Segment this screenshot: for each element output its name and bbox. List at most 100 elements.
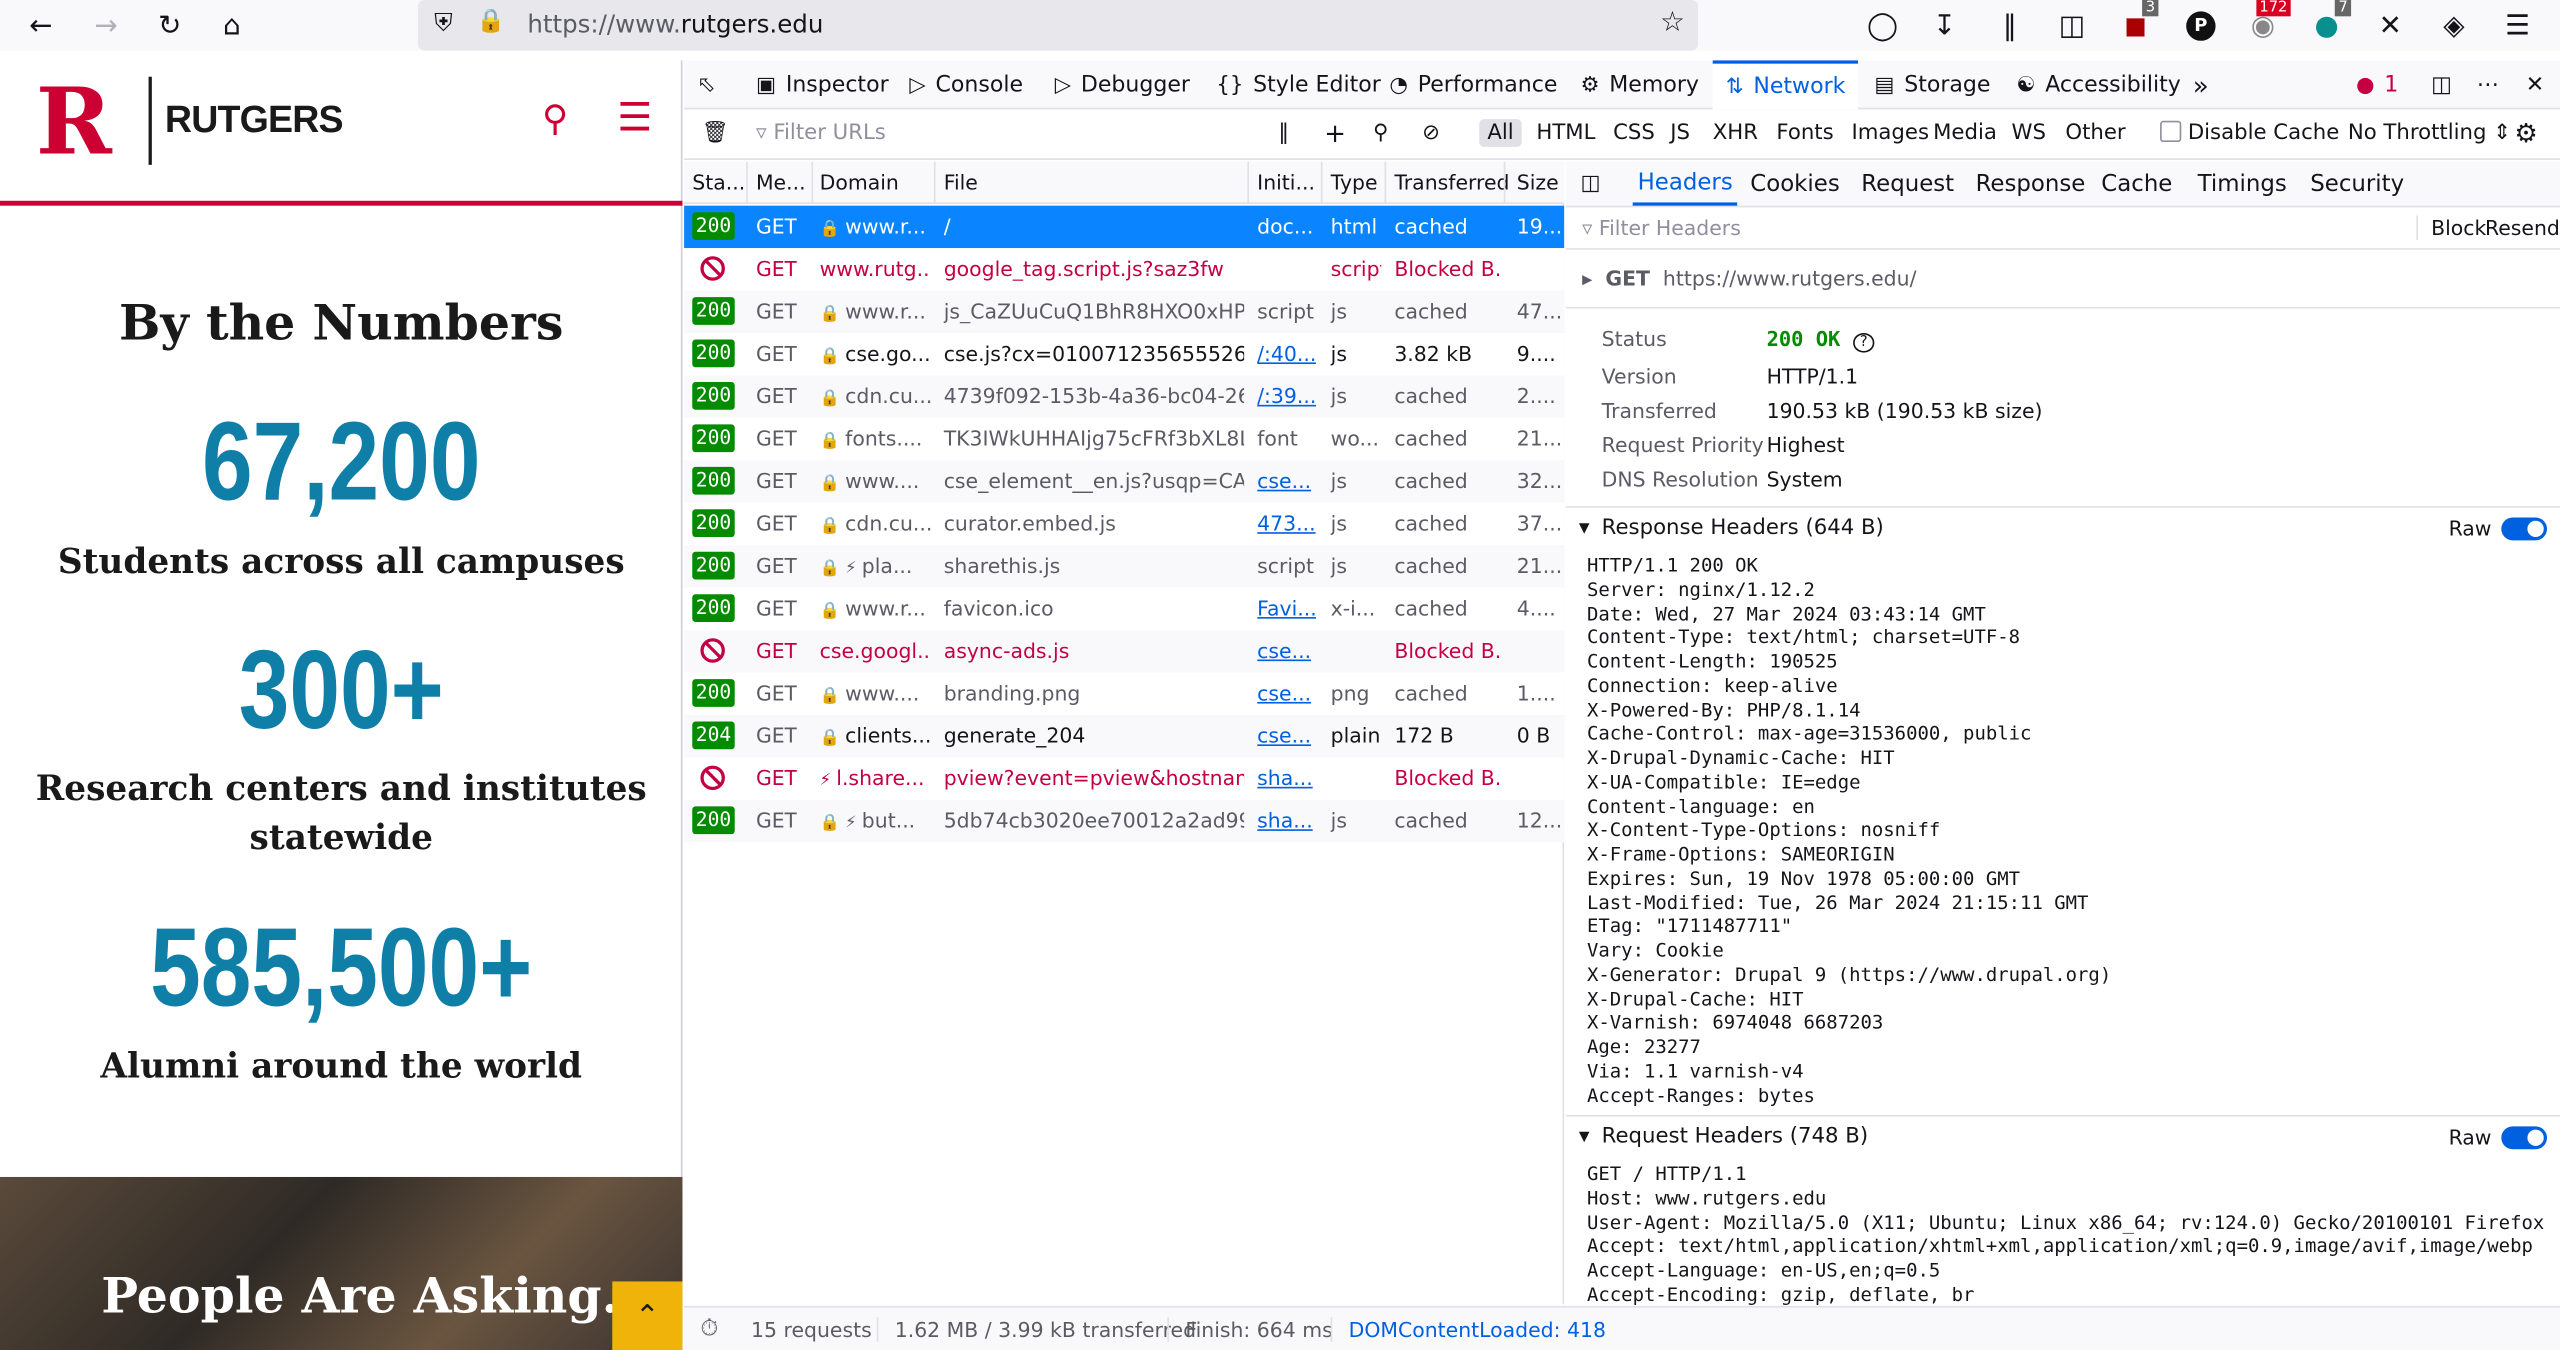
type-filter-images[interactable]: Images bbox=[1851, 121, 1929, 145]
col-type[interactable]: Type bbox=[1331, 170, 1378, 194]
raw-toggle[interactable] bbox=[2501, 1126, 2548, 1150]
request-row[interactable]: 200 GET 🔒 cse.go... cse.js?cx=0100712356555… bbox=[684, 333, 1565, 376]
col-method[interactable]: Me... bbox=[756, 170, 808, 194]
col-domain[interactable]: Domain bbox=[820, 170, 899, 194]
resend-button[interactable]: Resend bbox=[2485, 215, 2560, 239]
search-icon[interactable]: ⚲ bbox=[542, 100, 568, 141]
url-text[interactable]: https://www.rutgers.edu bbox=[527, 10, 823, 39]
throttling-select[interactable]: No Throttling ⇕ bbox=[2348, 121, 2511, 145]
request-initiator[interactable]: /:40... bbox=[1257, 341, 1316, 365]
app-menu-icon[interactable]: ☰ bbox=[2493, 0, 2542, 51]
filter-headers-input[interactable]: ▿ Filter Headers bbox=[1582, 215, 1741, 239]
privacy-badger-icon[interactable]: ◉ 172 bbox=[2238, 0, 2291, 51]
request-initiator[interactable]: cse... bbox=[1257, 638, 1316, 662]
request-row[interactable]: 200 GET 🔒 ⚡ but... 5db74cb3020ee70012a2ad99… bbox=[684, 799, 1565, 843]
tab-cache[interactable]: Cache bbox=[2101, 162, 2172, 206]
type-filter-other[interactable]: Other bbox=[2065, 121, 2125, 145]
request-initiator[interactable]: Favi... bbox=[1257, 596, 1316, 620]
request-initiator[interactable]: sha... bbox=[1257, 766, 1316, 790]
shield-icon[interactable]: ⛨ bbox=[434, 8, 452, 37]
type-filter-all[interactable]: All bbox=[1479, 119, 1522, 147]
request-row[interactable]: GET www.rutg... google_tag.script.js?saz3f… bbox=[684, 248, 1565, 291]
col-file[interactable]: File bbox=[944, 170, 978, 194]
add-icon[interactable]: + bbox=[1324, 118, 1346, 149]
raw-toggle[interactable] bbox=[2501, 517, 2548, 541]
back-icon[interactable]: ← bbox=[16, 0, 65, 51]
request-row[interactable]: 204 GET 🔒 clients... generate_204 cse... plai… bbox=[684, 714, 1565, 758]
tab-memory[interactable]: ⚙ Memory bbox=[1580, 60, 1698, 109]
options-menu-icon[interactable]: ⋯ bbox=[2477, 60, 2499, 109]
request-initiator[interactable]: 473... bbox=[1257, 511, 1316, 535]
tab-accessibility[interactable]: ☯ Accessibility bbox=[2016, 60, 2180, 109]
request-line[interactable]: ▸ GET https://www.rutgers.edu/ bbox=[1582, 266, 1916, 290]
tab-response[interactable]: Response bbox=[1976, 162, 2086, 206]
extension-p-icon[interactable]: P bbox=[2176, 0, 2225, 51]
request-row[interactable]: 200 GET 🔒 www.... branding.png cse... png cach… bbox=[684, 672, 1565, 715]
extension-stripes-icon[interactable]: ✕ bbox=[2366, 0, 2415, 51]
type-filter-css[interactable]: CSS bbox=[1613, 121, 1655, 145]
performance-analysis-icon[interactable]: ⏱ bbox=[700, 1316, 718, 1342]
request-row[interactable]: 200 GET 🔒 cdn.cu... curator.embed.js 473... j… bbox=[684, 502, 1565, 546]
tab-security[interactable]: Security bbox=[2310, 162, 2404, 206]
response-headers-section[interactable]: ▾ Response Headers (644 B) Raw bbox=[1565, 506, 2560, 551]
extensions-puzzle-icon[interactable]: ◈ bbox=[2429, 0, 2478, 51]
back-to-top-button[interactable]: ⌃ bbox=[612, 1281, 683, 1350]
col-status[interactable]: Sta... bbox=[692, 170, 744, 194]
rutgers-r-logo[interactable]: R bbox=[36, 77, 134, 168]
request-row[interactable]: GET ⚡ l.share... pview?event=pview&hostnam… bbox=[684, 757, 1565, 800]
pause-icon[interactable]: ‖ bbox=[1278, 121, 1289, 145]
pocket-icon[interactable]: ◯ bbox=[1858, 0, 1907, 51]
type-filter-html[interactable]: HTML bbox=[1536, 121, 1595, 145]
request-row[interactable]: 200 GET 🔒 www.r... favicon.ico Favi... x-i...… bbox=[684, 587, 1565, 631]
filter-urls-input[interactable]: ▿ Filter URLs bbox=[756, 121, 886, 145]
request-initiator[interactable]: cse... bbox=[1257, 723, 1316, 747]
disable-cache-checkbox[interactable]: Disable Cache bbox=[2160, 120, 2339, 145]
search-requests-icon[interactable]: ⚲ bbox=[1373, 121, 1389, 145]
extension-y-icon[interactable]: ● 7 bbox=[2302, 0, 2352, 51]
tab-network[interactable]: ⇅ Network bbox=[1712, 60, 1859, 110]
tab-debugger[interactable]: ▷ Debugger bbox=[1055, 60, 1190, 109]
type-filter-media[interactable]: Media bbox=[1933, 121, 1997, 145]
type-filter-ws[interactable]: WS bbox=[2011, 121, 2045, 145]
type-filter-fonts[interactable]: Fonts bbox=[1776, 121, 1833, 145]
ublock-icon[interactable]: ◼ 3 bbox=[2111, 0, 2160, 51]
request-initiator[interactable]: sha... bbox=[1257, 808, 1316, 832]
request-row[interactable]: 200 GET 🔒 fonts.... TK3IWkUHHAIjg75cFRf3bXL… bbox=[684, 417, 1565, 461]
settings-gear-icon[interactable]: ⚙ bbox=[2514, 118, 2537, 149]
type-filter-js[interactable]: JS bbox=[1670, 121, 1690, 145]
request-row[interactable]: GET cse.googl... async-ads.js cse... Blocked… bbox=[684, 630, 1565, 673]
home-icon[interactable]: ⌂ bbox=[207, 0, 256, 51]
reload-icon[interactable]: ↻ bbox=[145, 0, 194, 51]
request-initiator[interactable]: cse... bbox=[1257, 681, 1316, 705]
library-icon[interactable]: ‖ bbox=[1985, 0, 2034, 51]
rutgers-wordmark[interactable]: RUTGERS bbox=[165, 98, 344, 142]
bookmark-star-icon[interactable]: ☆ bbox=[1660, 7, 1685, 40]
tab-request[interactable]: Request bbox=[1861, 162, 1954, 206]
toggle-sidebar-icon[interactable]: ◫ bbox=[1580, 162, 1600, 206]
help-icon[interactable]: ? bbox=[1852, 333, 1875, 353]
trash-icon[interactable]: 🗑 bbox=[702, 121, 729, 145]
downloads-icon[interactable]: ↧ bbox=[1920, 0, 1969, 51]
tab-cookies[interactable]: Cookies bbox=[1750, 162, 1839, 206]
close-devtools-icon[interactable]: ✕ bbox=[2526, 60, 2544, 109]
tab-performance[interactable]: ◔ Performance bbox=[1389, 60, 1557, 109]
hamburger-menu-icon[interactable]: ☰ bbox=[617, 96, 652, 138]
tab-timings[interactable]: Timings bbox=[2198, 162, 2287, 206]
error-count-badge[interactable]: ● 1 bbox=[2356, 60, 2398, 109]
col-transferred[interactable]: Transferred bbox=[1394, 170, 1509, 194]
dock-icon[interactable]: ◫ bbox=[2431, 60, 2452, 109]
request-row[interactable]: 200 GET 🔒 ⚡ pla... sharethis.js script js cach… bbox=[684, 545, 1565, 588]
element-picker-icon[interactable]: ⬁ bbox=[697, 60, 715, 109]
request-headers-section[interactable]: ▾ Request Headers (748 B) Raw bbox=[1565, 1114, 2560, 1160]
url-bar[interactable]: ⛨ 🔒 https://www.rutgers.edu ☆ bbox=[417, 0, 1699, 51]
forward-icon[interactable]: → bbox=[82, 0, 131, 51]
tab-inspector[interactable]: ▣ Inspector bbox=[756, 60, 889, 109]
tab-storage[interactable]: ▤ Storage bbox=[1874, 60, 1990, 109]
tab-console[interactable]: ▷ Console bbox=[909, 60, 1023, 109]
more-tabs-icon[interactable]: » bbox=[2193, 60, 2209, 109]
block-requests-icon[interactable]: ⊘ bbox=[1422, 121, 1440, 145]
request-row[interactable]: 200 GET 🔒 www.r... / doc... html cached 19... bbox=[684, 205, 1565, 249]
col-initiator[interactable]: Initi... bbox=[1257, 170, 1316, 194]
request-row[interactable]: 200 GET 🔒 cdn.cu... 4739f092-153b-4a36-bc04… bbox=[684, 375, 1565, 418]
request-row[interactable]: 200 GET 🔒 www.... cse_element__en.js?usqp=C… bbox=[684, 460, 1565, 503]
